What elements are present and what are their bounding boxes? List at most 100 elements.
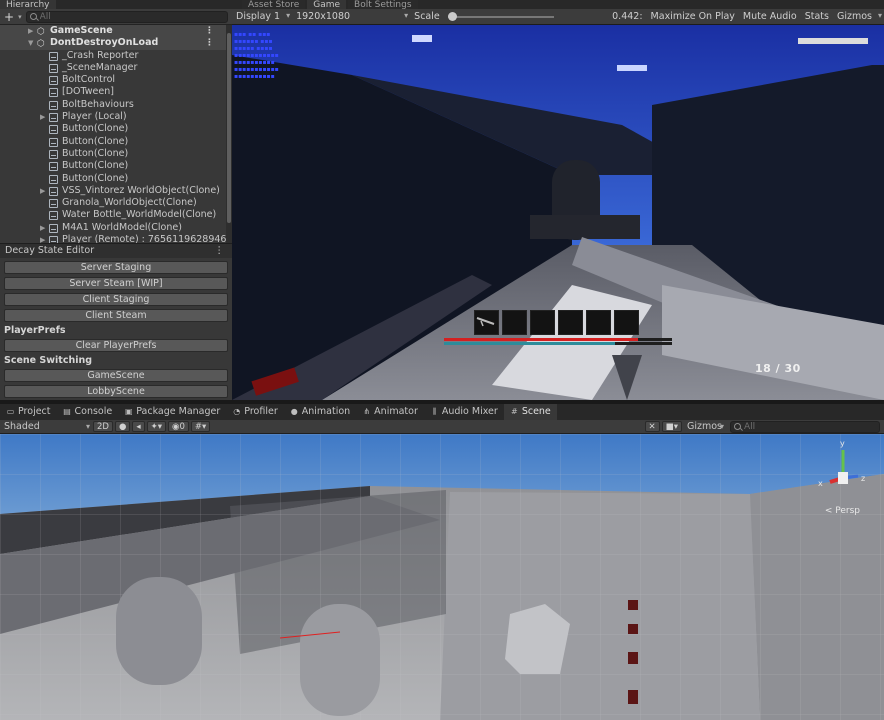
add-icon[interactable]: +: [4, 11, 14, 23]
gameobject-cube-icon: [49, 211, 58, 221]
lobbyscene-button[interactable]: LobbyScene: [4, 385, 228, 398]
scene-gizmos-dropdown[interactable]: Gizmos: [683, 420, 726, 434]
tab-label: Audio Mixer: [441, 406, 498, 417]
lighting-icon[interactable]: ●: [114, 421, 131, 432]
tab-project[interactable]: ▭ Project: [0, 404, 57, 420]
scale-slider[interactable]: [447, 11, 554, 21]
debug-line: ▪▪▪▪▪▪▪▪▪▪: [234, 73, 275, 80]
2d-toggle[interactable]: 2D: [93, 421, 113, 432]
gamescene-button[interactable]: GameScene: [4, 369, 228, 382]
unity-scene-icon: ⬡: [37, 27, 45, 37]
audio-icon[interactable]: ◂: [132, 421, 145, 432]
chevron-down-icon[interactable]: ▾: [18, 13, 22, 21]
tab-scene[interactable]: # Scene: [503, 404, 557, 420]
hierarchy-row[interactable]: Button(Clone): [0, 148, 226, 160]
hidden-objects-toggle[interactable]: ◉0: [168, 421, 189, 432]
hierarchy-search[interactable]: [25, 10, 228, 23]
tab-audio-mixer[interactable]: ⫼ Audio Mixer: [424, 404, 504, 420]
tools-icon[interactable]: ✕: [644, 421, 660, 432]
tab-label: Scene: [521, 406, 551, 417]
more-icon[interactable]: ⋮: [215, 244, 225, 258]
shading-dropdown[interactable]: Shaded: [0, 420, 92, 434]
gizmos-dropdown[interactable]: Gizmos: [833, 9, 884, 25]
playerprefs-heading: PlayerPrefs: [4, 325, 66, 336]
top-right-badge: [798, 38, 868, 44]
expand-arrow-down-icon[interactable]: ▼: [28, 37, 33, 49]
scene-search-input[interactable]: [744, 421, 879, 432]
resolution-dropdown[interactable]: 1920x1080: [292, 9, 410, 25]
scene-view[interactable]: y x z < Persp: [0, 434, 884, 720]
expand-arrow-right-icon[interactable]: ▶: [40, 234, 45, 243]
hierarchy-row[interactable]: Button(Clone): [0, 136, 226, 148]
hierarchy-row[interactable]: BoltBehaviours: [0, 99, 226, 111]
gizmos-label: Gizmos: [836, 11, 872, 22]
scale-slider-knob[interactable]: [447, 11, 457, 21]
hierarchy-row[interactable]: Water Bottle_WorldModel(Clone): [0, 209, 226, 221]
more-icon[interactable]: ⋮: [205, 25, 214, 37]
hierarchy-row[interactable]: ▶ M4A1 WorldModel(Clone): [0, 222, 226, 234]
client-steam-button[interactable]: Client Steam: [4, 309, 228, 322]
camera-icon[interactable]: ■▾: [661, 421, 682, 432]
health-bar-fill: [444, 338, 638, 341]
crate: [530, 215, 640, 239]
client-staging-button[interactable]: Client Staging: [4, 293, 228, 306]
resolution-label: 1920x1080: [296, 11, 351, 22]
game-view[interactable]: ▪▪▪ ▪▪ ▪▪▪ ▪▪▪▪▪▪ ▪▪▪ ▪▪▪▪▪ ▪▪▪▪ ▪▪▪▪▪▪▪…: [232, 25, 884, 400]
tab-package-manager[interactable]: ▣ Package Manager: [118, 404, 226, 420]
hierarchy-row[interactable]: ▶ Player (Local): [0, 111, 226, 123]
gameobject-cube-icon: [49, 223, 58, 233]
package-icon: ▣: [124, 407, 133, 416]
hierarchy-search-input[interactable]: [39, 11, 227, 22]
tab-console[interactable]: ▤ Console: [57, 404, 119, 420]
server-steam-button[interactable]: Server Steam [WIP]: [4, 277, 228, 290]
mute-audio-toggle[interactable]: Mute Audio: [739, 9, 801, 25]
gameobject-cube-icon: [49, 100, 58, 110]
tab-animation[interactable]: ● Animation: [284, 404, 356, 420]
expand-arrow-right-icon[interactable]: ▶: [28, 25, 33, 37]
hierarchy-row[interactable]: Button(Clone): [0, 173, 226, 185]
hierarchy-row[interactable]: [DOTween]: [0, 86, 226, 98]
effects-icon[interactable]: ✦▾: [146, 421, 167, 432]
bottom-tabbar: ▭ Project ▤ Console ▣ Package Manager ◔ Profile…: [0, 404, 884, 420]
tab-label: Console: [74, 406, 113, 417]
hierarchy-row-label: BoltControl: [62, 74, 116, 86]
hotbar-slot: [558, 310, 583, 335]
projection-label[interactable]: < Persp: [825, 506, 860, 516]
scrollbar-thumb[interactable]: [227, 33, 231, 223]
scene-search[interactable]: [730, 420, 880, 433]
stats-toggle[interactable]: Stats: [801, 9, 833, 25]
expand-arrow-right-icon[interactable]: ▶: [40, 222, 45, 234]
gameobject-cube-icon: [49, 199, 58, 209]
hierarchy-row[interactable]: Button(Clone): [0, 160, 226, 172]
hierarchy-scene-row[interactable]: ▼ ⬡ DontDestroyOnLoad ⋮: [0, 37, 226, 50]
hierarchy-row[interactable]: ▶ Player (Remote) : 765611962894629: [0, 234, 232, 243]
display-dropdown[interactable]: Display 1: [232, 9, 292, 25]
hierarchy-row[interactable]: Granola_WorldObject(Clone): [0, 197, 226, 209]
animation-icon: ●: [290, 407, 298, 416]
rifle-item-icon: [476, 317, 495, 327]
maximize-on-play-toggle[interactable]: Maximize On Play: [647, 9, 739, 25]
hierarchy-row[interactable]: BoltControl: [0, 74, 226, 86]
tab-animator[interactable]: ⋔ Animator: [356, 404, 424, 420]
server-staging-button[interactable]: Server Staging: [4, 261, 228, 274]
cloud: [617, 65, 647, 71]
hierarchy-row[interactable]: Button(Clone): [0, 123, 226, 135]
more-icon[interactable]: ⋮: [205, 37, 214, 49]
hierarchy-row[interactable]: _SceneManager: [0, 62, 226, 74]
hierarchy-row-label: Button(Clone): [62, 135, 129, 147]
hierarchy-row-label: GameScene: [50, 25, 113, 36]
tab-profiler[interactable]: ◔ Profiler: [226, 404, 283, 420]
expand-arrow-right-icon[interactable]: ▶: [40, 185, 45, 197]
hierarchy-row-label: Button(Clone): [62, 147, 129, 159]
grid-icon[interactable]: #▾: [190, 421, 211, 432]
hierarchy-scene-row[interactable]: ▶ ⬡ GameScene ⋮: [0, 25, 226, 38]
hierarchy-tree: ▶ ⬡ GameScene ⋮ ▼ ⬡ DontDestroyOnLoad ⋮ _Crash R…: [0, 25, 232, 243]
unity-scene-icon: ⬡: [37, 39, 45, 50]
game-toolbar: Display 1 1920x1080 Scale 0.442: Maximiz…: [232, 9, 884, 25]
hierarchy-row[interactable]: _Crash Reporter: [0, 50, 226, 62]
hierarchy-row[interactable]: ▶ VSS_Vintorez WorldObject(Clone): [0, 185, 226, 197]
hotbar-slot: [614, 310, 639, 335]
clear-playerprefs-button[interactable]: Clear PlayerPrefs: [4, 339, 228, 352]
gizmo-center[interactable]: [838, 472, 848, 484]
expand-arrow-right-icon[interactable]: ▶: [40, 111, 45, 123]
